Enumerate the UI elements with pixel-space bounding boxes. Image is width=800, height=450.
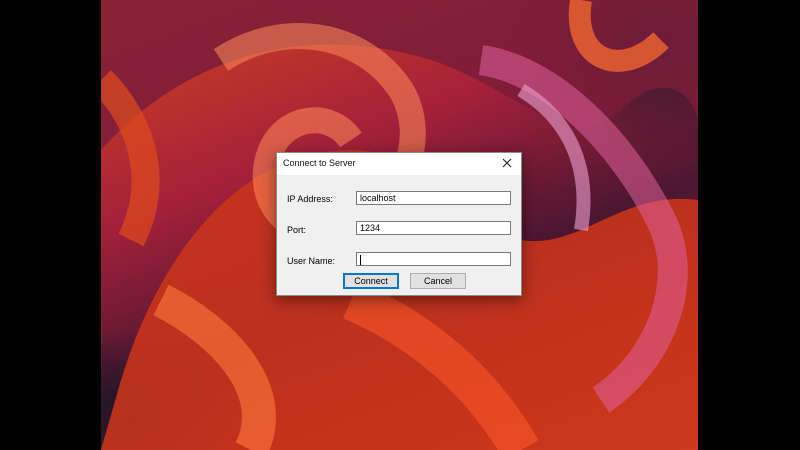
cancel-button[interactable]: Cancel: [410, 273, 466, 289]
close-icon: [502, 158, 512, 170]
dialog-title: Connect to Server: [283, 158, 356, 168]
port-input[interactable]: [356, 221, 511, 235]
text-caret: [360, 255, 361, 265]
connect-dialog: Connect to Server IP Address: Port: User…: [276, 152, 522, 296]
port-label: Port:: [287, 225, 307, 235]
ip-address-input[interactable]: [356, 191, 511, 205]
user-name-input[interactable]: [356, 252, 511, 266]
close-button[interactable]: [495, 154, 519, 174]
connect-button[interactable]: Connect: [343, 273, 399, 289]
user-name-label: User Name:: [287, 256, 336, 266]
screen: Connect to Server IP Address: Port: User…: [0, 0, 800, 450]
ip-address-label: IP Address:: [287, 194, 333, 204]
dialog-titlebar[interactable]: Connect to Server: [277, 153, 521, 175]
